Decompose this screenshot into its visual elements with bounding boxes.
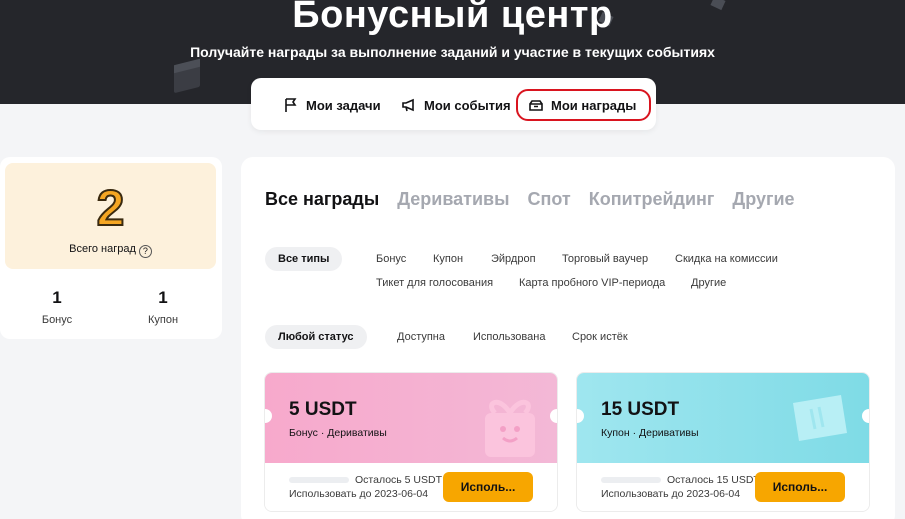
filter-option[interactable]: Доступна — [397, 331, 445, 343]
nav-item-label: Мои награды — [551, 97, 637, 113]
reward-expiry: Использовать до 2023-06-04 — [289, 488, 429, 500]
tab-derivatives[interactable]: Деривативы — [397, 189, 509, 210]
reward-info: Осталось 15 USDT Использовать до 2023-06… — [601, 473, 760, 501]
page-subtitle: Получайте награды за выполнение заданий … — [190, 44, 715, 60]
nav-item-label: Мои задачи — [306, 97, 381, 113]
megaphone-icon — [402, 98, 414, 112]
reward-card-header: 5 USDT Бонус · Деривативы — [265, 373, 557, 463]
tab-spot[interactable]: Спот — [528, 189, 571, 210]
reward-amount: 15 USDT — [601, 399, 680, 420]
reward-remaining: Осталось 5 USDT — [355, 474, 443, 486]
filter-option[interactable]: Эйрдроп — [491, 253, 536, 265]
nav-my-rewards[interactable]: Мои награды — [516, 89, 652, 121]
use-reward-button[interactable]: Исполь... — [443, 472, 533, 502]
card-notch — [550, 409, 557, 423]
filter-option[interactable]: Срок истёк — [572, 331, 628, 343]
reward-info: Осталось 5 USDT Использовать до 2023-06-… — [289, 473, 442, 501]
filter-option[interactable]: Торговый ваучер — [562, 253, 648, 265]
reward-card-footer: Осталось 5 USDT Использовать до 2023-06-… — [265, 463, 557, 511]
reward-card-header: 15 USDT Купон · Деривативы — [577, 373, 869, 463]
reward-card: 5 USDT Бонус · Деривативы Осталось 5 USD… — [264, 372, 558, 512]
reward-expiry: Использовать до 2023-06-04 — [601, 488, 741, 500]
filter-option[interactable]: Использована — [473, 331, 545, 343]
tab-all-rewards[interactable]: Все награды — [265, 189, 379, 210]
stat-label: Бонус — [41, 314, 73, 326]
filter-all-types[interactable]: Все типы — [265, 247, 343, 271]
filter-option[interactable]: Карта пробного VIP-периода — [519, 277, 665, 289]
stat-value: 1 — [52, 288, 62, 307]
total-rewards-label: Всего наград? — [5, 243, 216, 258]
filter-option[interactable]: Бонус — [376, 253, 406, 265]
stat-bonus: 1 Бонус — [17, 288, 97, 326]
progress-bar — [289, 477, 349, 483]
reward-box-icon — [529, 100, 543, 111]
flag-icon — [285, 98, 297, 112]
ticket-icon — [793, 395, 847, 441]
total-rewards-label-text: Всего наград — [69, 243, 136, 255]
stat-coupon: 1 Купон — [123, 288, 203, 326]
gift-box-icon — [485, 399, 535, 457]
section-nav: Мои задачи Мои события Мои награды — [251, 78, 656, 130]
nav-item-label: Мои события — [424, 97, 511, 113]
nav-my-events[interactable]: Мои события — [401, 92, 511, 118]
reward-type: Бонус · Деривативы — [289, 427, 387, 439]
filter-any-status[interactable]: Любой статус — [265, 325, 367, 349]
reward-type: Купон · Деривативы — [601, 427, 699, 439]
rewards-panel: Все награды Деривативы Спот Копитрейдинг… — [241, 157, 895, 519]
reward-card: 15 USDT Купон · Деривативы Осталось 15 U… — [576, 372, 870, 512]
stat-label: Купон — [147, 314, 179, 326]
reward-remaining: Осталось 15 USDT — [667, 474, 760, 486]
card-notch — [862, 409, 869, 423]
rewards-summary: 2 Всего наград? 1 Бонус 1 Купон — [0, 157, 222, 339]
decorative-cube-icon — [174, 58, 200, 94]
filter-option[interactable]: Купон — [433, 253, 463, 265]
page-title: Бонусный центр — [292, 0, 613, 36]
progress-bar — [601, 477, 661, 483]
reward-amount: 5 USDT — [289, 399, 357, 420]
nav-my-tasks[interactable]: Мои задачи — [283, 92, 381, 118]
use-reward-button[interactable]: Исполь... — [755, 472, 845, 502]
filter-option[interactable]: Другие — [691, 277, 726, 289]
tab-copytrading[interactable]: Копитрейдинг — [589, 189, 715, 210]
total-rewards-count: 2 — [96, 180, 126, 236]
filter-option[interactable]: Скидка на комиссии — [675, 253, 778, 265]
filter-option[interactable]: Тикет для голосования — [376, 277, 493, 289]
total-rewards-box: 2 Всего наград? — [5, 163, 216, 269]
reward-card-footer: Осталось 15 USDT Использовать до 2023-06… — [577, 463, 869, 511]
help-icon[interactable]: ? — [138, 245, 152, 258]
category-tabs: Все награды Деривативы Спот Копитрейдинг… — [265, 189, 795, 210]
stat-value: 1 — [158, 288, 168, 307]
tab-other[interactable]: Другие — [732, 189, 794, 210]
